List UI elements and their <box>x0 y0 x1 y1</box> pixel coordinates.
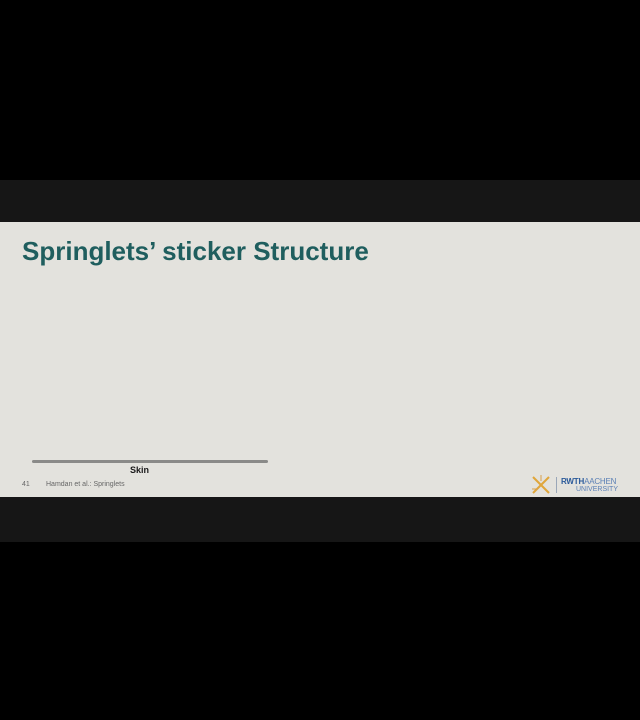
slide-title: Springlets’ sticker Structure <box>22 236 369 266</box>
university-logo-text: RWTHAACHEN <box>561 477 616 486</box>
video-frame: Springlets’ sticker Structure Skin 41 Ha… <box>0 0 640 720</box>
university-logo-mark-icon <box>532 475 550 494</box>
skin-line <box>32 460 268 463</box>
logo-subtitle: UNIVERSITY <box>576 486 619 493</box>
logo-brand: RWTH <box>561 477 585 486</box>
page-number: 41 <box>22 481 30 488</box>
letterbox-top <box>0 180 640 222</box>
letterbox-bottom <box>0 497 640 542</box>
skin-label: Skin <box>130 465 150 475</box>
logo-separator <box>556 477 557 493</box>
logo-brand-suffix: AACHEN <box>584 477 617 486</box>
footer-citation: Hamdan et al.: Springlets <box>46 481 125 488</box>
presentation-slide: Springlets’ sticker Structure Skin 41 Ha… <box>0 222 640 497</box>
